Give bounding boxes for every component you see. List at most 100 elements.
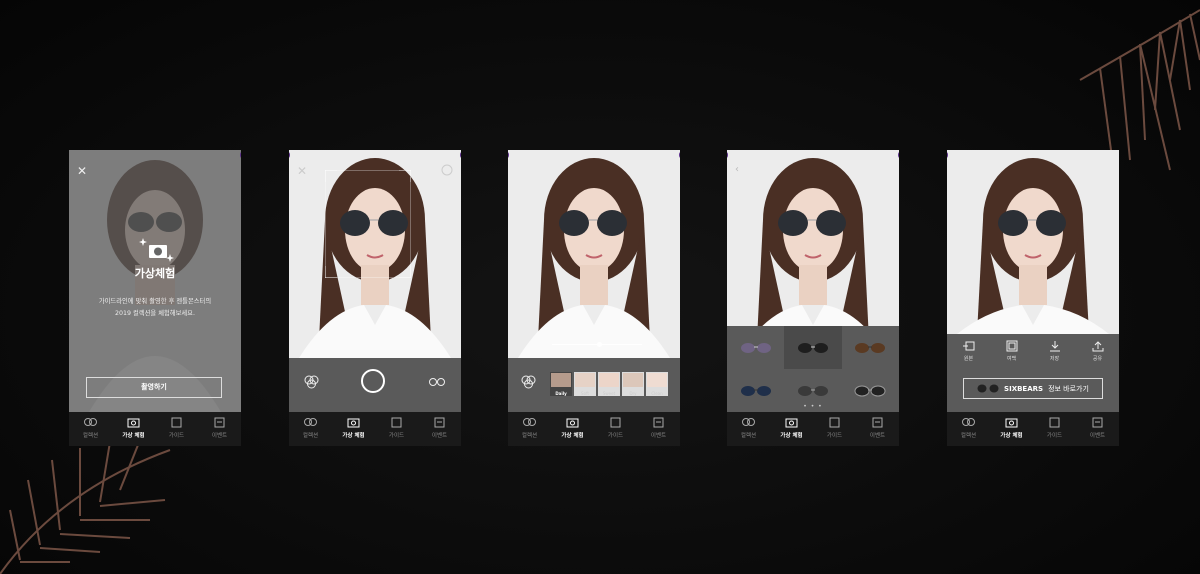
tab-collection[interactable]: 컬렉션 (508, 412, 551, 446)
shutter-button[interactable] (361, 369, 385, 393)
save-action[interactable]: 저장 (1049, 340, 1061, 362)
take-photo-button[interactable]: 촬영하기 (86, 377, 222, 398)
tab-virtual-try[interactable]: 가상 체험 (770, 412, 813, 446)
filter-label: Daily (555, 391, 567, 396)
intro-description-line1: 가이드라인에 맞춰 촬영한 후 젠틀몬스터의 (98, 298, 212, 305)
face-photo (947, 150, 1119, 334)
tab-guide[interactable]: 가이드 (375, 412, 418, 446)
tab-label: 가이드 (1046, 433, 1063, 439)
model-with-sunglasses (947, 150, 1119, 334)
tab-bar: 컬렉션 가상 체험 가이드 이벤트 (947, 412, 1119, 446)
glasses-grid (727, 326, 899, 412)
status-bar (508, 150, 680, 159)
screen-filters: ‹ › Daily Soft Sweet Dry Clean 컬렉션 가상 체험… (508, 150, 680, 446)
product-info-button[interactable]: SIXBEARS 정보 바로가기 (963, 378, 1103, 399)
tab-label: 가상 체험 (1000, 433, 1023, 439)
filter-icon[interactable] (521, 374, 537, 390)
tab-label: 가이드 (388, 433, 405, 439)
filter-thumb-soft[interactable]: Soft (574, 372, 596, 396)
camera-icon (127, 418, 140, 428)
screen-intro: ✕ › 가상체험 가이드라인에 맞춰 촬영한 후 젠틀몬스터의 2019 컬렉션… (69, 150, 241, 446)
filter-thumb-clean[interactable]: Clean (646, 372, 668, 396)
action-label: 공유 (1092, 356, 1103, 362)
filter-label: Clean (651, 391, 663, 396)
event-icon (1092, 417, 1103, 428)
filter-thumb-daily[interactable]: Daily (550, 372, 572, 396)
intro-title: 가상체험 (134, 267, 176, 280)
sunglasses-gray-icon (797, 385, 828, 396)
tab-guide[interactable]: 가이드 (594, 412, 637, 446)
tab-label: 가이드 (607, 433, 624, 439)
filter-thumb-sweet[interactable]: Sweet (598, 372, 620, 396)
camera-sparkle-icon (139, 238, 174, 262)
filter-label: Sweet (602, 391, 616, 396)
tab-label: 가상 체험 (342, 433, 365, 439)
tab-virtual-try[interactable]: 가상 체험 (112, 412, 155, 446)
sunglasses-purple-icon (740, 342, 771, 353)
camera-icon (347, 418, 360, 428)
guide-icon (829, 417, 840, 428)
filter-preview (599, 373, 619, 387)
tab-event[interactable]: 이벤트 (856, 412, 899, 446)
tab-guide[interactable]: 가이드 (1033, 412, 1076, 446)
filter-thumb-dry[interactable]: Dry (622, 372, 644, 396)
filter-label: Dry (629, 391, 637, 396)
tab-label: 컬렉션 (740, 433, 757, 439)
close-icon[interactable]: ✕ (77, 164, 87, 178)
tab-virtual-try[interactable]: 가상 체험 (332, 412, 375, 446)
tab-bar: 컬렉션 가상 체험 가이드 이벤트 (289, 412, 461, 446)
tab-guide[interactable]: 가이드 (813, 412, 856, 446)
tab-event[interactable]: 이벤트 (1076, 412, 1119, 446)
tab-label: 이벤트 (211, 433, 228, 439)
tab-label: 컬렉션 (302, 433, 319, 439)
sunglasses-thumb-icon (977, 384, 999, 393)
filter-preview (623, 373, 643, 387)
glasses-option[interactable] (727, 326, 784, 369)
close-icon[interactable]: ✕ (297, 164, 307, 178)
glasses-icon[interactable] (429, 376, 445, 388)
glasses-option-selected[interactable] (784, 326, 842, 369)
glasses-option[interactable] (842, 326, 899, 369)
original-action[interactable]: 원본 (962, 340, 975, 362)
tab-label: 가상 체험 (122, 433, 145, 439)
tab-collection[interactable]: 컬렉션 (289, 412, 332, 446)
filter-icon[interactable] (304, 374, 320, 390)
status-bar (947, 150, 1119, 159)
tab-event[interactable]: 이벤트 (198, 412, 241, 446)
screen-glasses: ‹ ‹ › • • • 컬렉션 가상 체험 가이드 이벤트 (727, 150, 899, 446)
status-bar (727, 150, 899, 159)
camera-icon (1005, 418, 1018, 428)
margin-action[interactable]: 여백 (1006, 340, 1018, 362)
screen-capture: ✕ ‹ › 컬렉션 가상 체험 가이드 이벤트 (289, 150, 461, 446)
share-action[interactable]: 공유 (1092, 340, 1104, 362)
action-label: 원본 (963, 356, 974, 362)
page-indicator: • • • (803, 403, 823, 410)
filter-label: Soft (581, 391, 589, 396)
back-icon[interactable]: ‹ (735, 164, 739, 175)
tab-collection[interactable]: 컬렉션 (69, 412, 112, 446)
tab-virtual-try[interactable]: 가상 체험 (551, 412, 594, 446)
guide-icon (391, 417, 402, 428)
tab-collection[interactable]: 컬렉션 (947, 412, 990, 446)
tab-label: 가상 체험 (561, 433, 584, 439)
collection-icon (304, 418, 317, 426)
intro-description: 가이드라인에 맞춰 촬영한 후 젠틀몬스터의 2019 컬렉션을 체험해보세요. (79, 296, 231, 320)
sunglasses-black-icon (797, 342, 828, 353)
filter-intensity-slider[interactable] (552, 342, 642, 347)
original-icon (962, 341, 974, 351)
event-icon (214, 417, 225, 428)
tab-collection[interactable]: 컬렉션 (727, 412, 770, 446)
slider-knob[interactable] (597, 342, 602, 347)
event-icon (872, 417, 883, 428)
share-icon (1092, 341, 1103, 352)
tab-label: 컬렉션 (960, 433, 977, 439)
tab-virtual-try[interactable]: 가상 체험 (990, 412, 1033, 446)
status-bar (289, 150, 461, 159)
product-brand: SIXBEARS (1004, 384, 1044, 393)
tab-event[interactable]: 이벤트 (418, 412, 461, 446)
tab-guide[interactable]: 가이드 (155, 412, 198, 446)
tab-label: 가상 체험 (780, 433, 803, 439)
switch-camera-icon[interactable] (441, 164, 453, 176)
tab-event[interactable]: 이벤트 (637, 412, 680, 446)
guide-icon (610, 417, 621, 428)
